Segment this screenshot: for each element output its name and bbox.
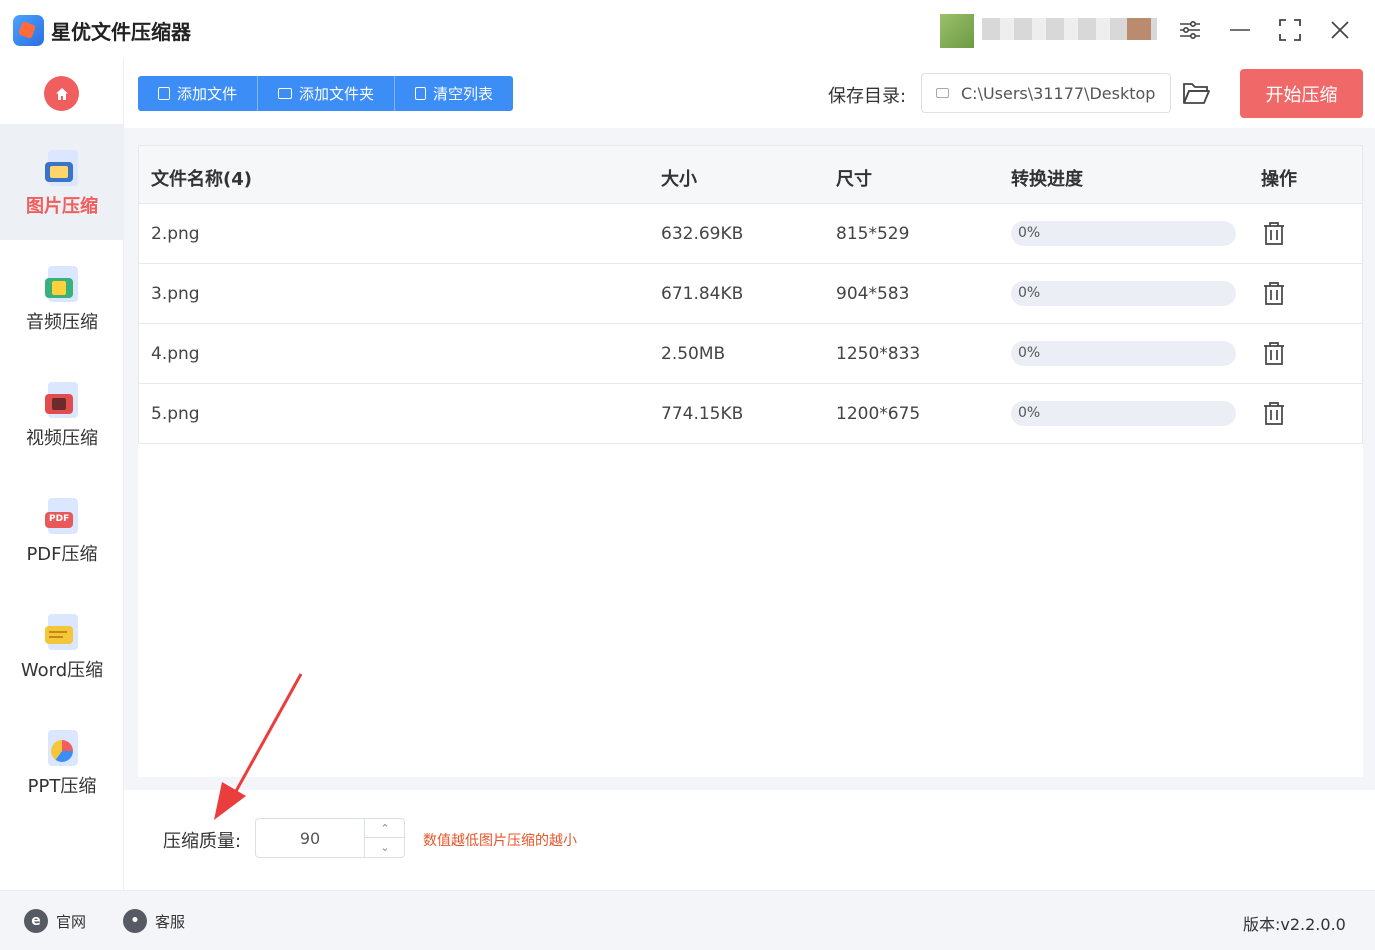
- sidebar-item-ppt[interactable]: PPT压缩: [0, 704, 124, 820]
- table-row[interactable]: 2.png 632.69KB 815*529 0%: [138, 204, 1363, 264]
- word-icon: [45, 614, 79, 652]
- delete-icon[interactable]: [1263, 221, 1285, 246]
- browser-e-icon: e: [24, 909, 48, 933]
- table-row[interactable]: 4.png 2.50MB 1250*833 0%: [138, 324, 1363, 384]
- add-file-button[interactable]: 添加文件: [138, 76, 259, 111]
- sidebar-item-label: 视频压缩: [26, 428, 98, 449]
- user-name-blurred[interactable]: [982, 18, 1157, 40]
- close-icon[interactable]: [1326, 16, 1354, 44]
- file-size: 774.15KB: [661, 404, 744, 424]
- app-title: 星优文件压缩器: [51, 20, 191, 44]
- settings-sliders-icon[interactable]: [1176, 16, 1204, 44]
- quality-hint: 数值越低图片压缩的越小: [423, 833, 577, 849]
- add-folder-label: 添加文件夹: [299, 85, 375, 103]
- delete-icon[interactable]: [1263, 341, 1285, 366]
- file-dims: 815*529: [836, 224, 910, 244]
- file-name: 2.png: [151, 224, 200, 244]
- table-header: 文件名称(4) 大小 尺寸 转换进度 操作: [138, 145, 1363, 204]
- pdf-icon: PDF: [45, 498, 79, 536]
- file-table: 文件名称(4) 大小 尺寸 转换进度 操作 2.png 632.69KB 815…: [138, 145, 1363, 777]
- clear-list-label: 清空列表: [433, 85, 494, 103]
- annotation-arrow-icon: [214, 673, 303, 820]
- file-name: 3.png: [151, 284, 200, 304]
- image-icon: [45, 150, 79, 188]
- support-link[interactable]: • 客服: [123, 909, 185, 933]
- progress-text: 0%: [1018, 345, 1041, 361]
- clear-list-button[interactable]: 清空列表: [395, 76, 513, 111]
- sidebar-item-label: Word压缩: [20, 660, 104, 681]
- header-dims: 尺寸: [836, 169, 872, 190]
- video-icon: [45, 382, 79, 420]
- sidebar-item-label: 音频压缩: [26, 312, 98, 333]
- footer: e 官网 • 客服 版本:v2.2.0.0: [0, 890, 1375, 950]
- home-icon[interactable]: [44, 76, 79, 111]
- chat-bubble-icon: •: [123, 909, 147, 933]
- header-progress: 转换进度: [1011, 169, 1083, 190]
- sidebar-item-word[interactable]: Word压缩: [0, 588, 124, 704]
- sidebar-item-video[interactable]: 视频压缩: [0, 356, 124, 472]
- sidebar-item-label: PPT压缩: [27, 776, 97, 797]
- file-size: 632.69KB: [661, 224, 744, 244]
- progress-bar: 0%: [1011, 221, 1236, 246]
- sidebar-item-pdf[interactable]: PDF PDF压缩: [0, 472, 124, 588]
- add-file-label: 添加文件: [177, 85, 238, 103]
- website-link[interactable]: e 官网: [24, 909, 86, 933]
- folder-small-icon: [936, 88, 949, 98]
- add-folder-button[interactable]: 添加文件夹: [258, 76, 396, 111]
- chevron-up-icon[interactable]: ⌃: [364, 819, 405, 838]
- sidebar: 图片压缩 音频压缩 视频压缩 PDF PDF压缩 Word压缩 PPT压缩: [0, 58, 124, 890]
- title-bar: 星优文件压缩器: [0, 0, 1375, 58]
- website-label: 官网: [56, 912, 87, 931]
- ppt-icon: [45, 730, 79, 768]
- file-size: 2.50MB: [661, 344, 726, 364]
- browse-folder-icon[interactable]: [1182, 80, 1210, 106]
- header-name: 文件名称(4): [151, 169, 252, 190]
- folder-icon: [278, 88, 293, 99]
- music-icon: [45, 266, 79, 304]
- save-dir-input[interactable]: C:\Users\31177\Desktop: [921, 73, 1171, 113]
- delete-icon[interactable]: [1263, 401, 1285, 426]
- file-dims: 1250*833: [836, 344, 921, 364]
- file-dims: 1200*675: [836, 404, 921, 424]
- progress-bar: 0%: [1011, 281, 1236, 306]
- table-row[interactable]: 5.png 774.15KB 1200*675 0%: [138, 384, 1363, 444]
- sidebar-item-audio[interactable]: 音频压缩: [0, 240, 124, 356]
- file-icon: [158, 87, 170, 100]
- progress-bar: 0%: [1011, 341, 1236, 366]
- quality-value[interactable]: 90: [256, 829, 364, 848]
- save-dir-value: C:\Users\31177\Desktop: [961, 83, 1156, 103]
- file-size: 671.84KB: [661, 284, 744, 304]
- progress-text: 0%: [1018, 405, 1041, 421]
- table-row[interactable]: 3.png 671.84KB 904*583 0%: [138, 264, 1363, 324]
- file-dims: 904*583: [836, 284, 910, 304]
- version-text: 版本:v2.2.0.0: [1243, 915, 1346, 934]
- support-label: 客服: [155, 912, 186, 931]
- file-toolbar: 添加文件 添加文件夹 清空列表: [138, 76, 514, 111]
- sidebar-item-label: PDF压缩: [26, 544, 98, 565]
- sidebar-item-label: 图片压缩: [26, 196, 98, 217]
- user-avatar[interactable]: [940, 14, 974, 48]
- minimize-icon[interactable]: [1226, 16, 1254, 44]
- progress-text: 0%: [1018, 285, 1041, 301]
- save-dir-label: 保存目录:: [828, 86, 907, 107]
- header-size: 大小: [661, 169, 697, 190]
- chevron-down-icon[interactable]: ⌄: [364, 838, 405, 857]
- app-logo-icon: [13, 15, 44, 46]
- file-name: 5.png: [151, 404, 200, 424]
- maximize-icon[interactable]: [1276, 16, 1304, 44]
- file-name: 4.png: [151, 344, 200, 364]
- sidebar-item-image[interactable]: 图片压缩: [0, 124, 124, 240]
- quality-label: 压缩质量:: [163, 831, 242, 852]
- progress-bar: 0%: [1011, 401, 1236, 426]
- progress-text: 0%: [1018, 225, 1041, 241]
- delete-icon[interactable]: [1263, 281, 1285, 306]
- start-compress-button[interactable]: 开始压缩: [1240, 69, 1363, 118]
- trash-icon: [415, 87, 427, 100]
- header-action: 操作: [1261, 169, 1297, 190]
